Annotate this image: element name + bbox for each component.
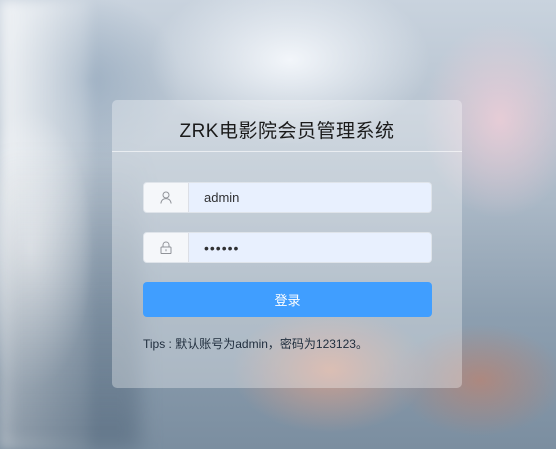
username-input-group (143, 182, 432, 213)
password-input[interactable] (189, 233, 431, 262)
login-card: ZRK电影院会员管理系统 登录 Tips : 默认账号为admin，密码为123… (112, 100, 462, 388)
tips-text: Tips : 默认账号为admin，密码为123123。 (143, 337, 368, 351)
password-input-group (143, 232, 432, 263)
username-input[interactable] (189, 183, 431, 212)
login-button[interactable]: 登录 (143, 282, 432, 317)
user-icon (144, 183, 189, 212)
card-header: ZRK电影院会员管理系统 (112, 100, 462, 152)
page-title: ZRK电影院会员管理系统 (179, 121, 395, 142)
lock-icon (144, 233, 189, 262)
